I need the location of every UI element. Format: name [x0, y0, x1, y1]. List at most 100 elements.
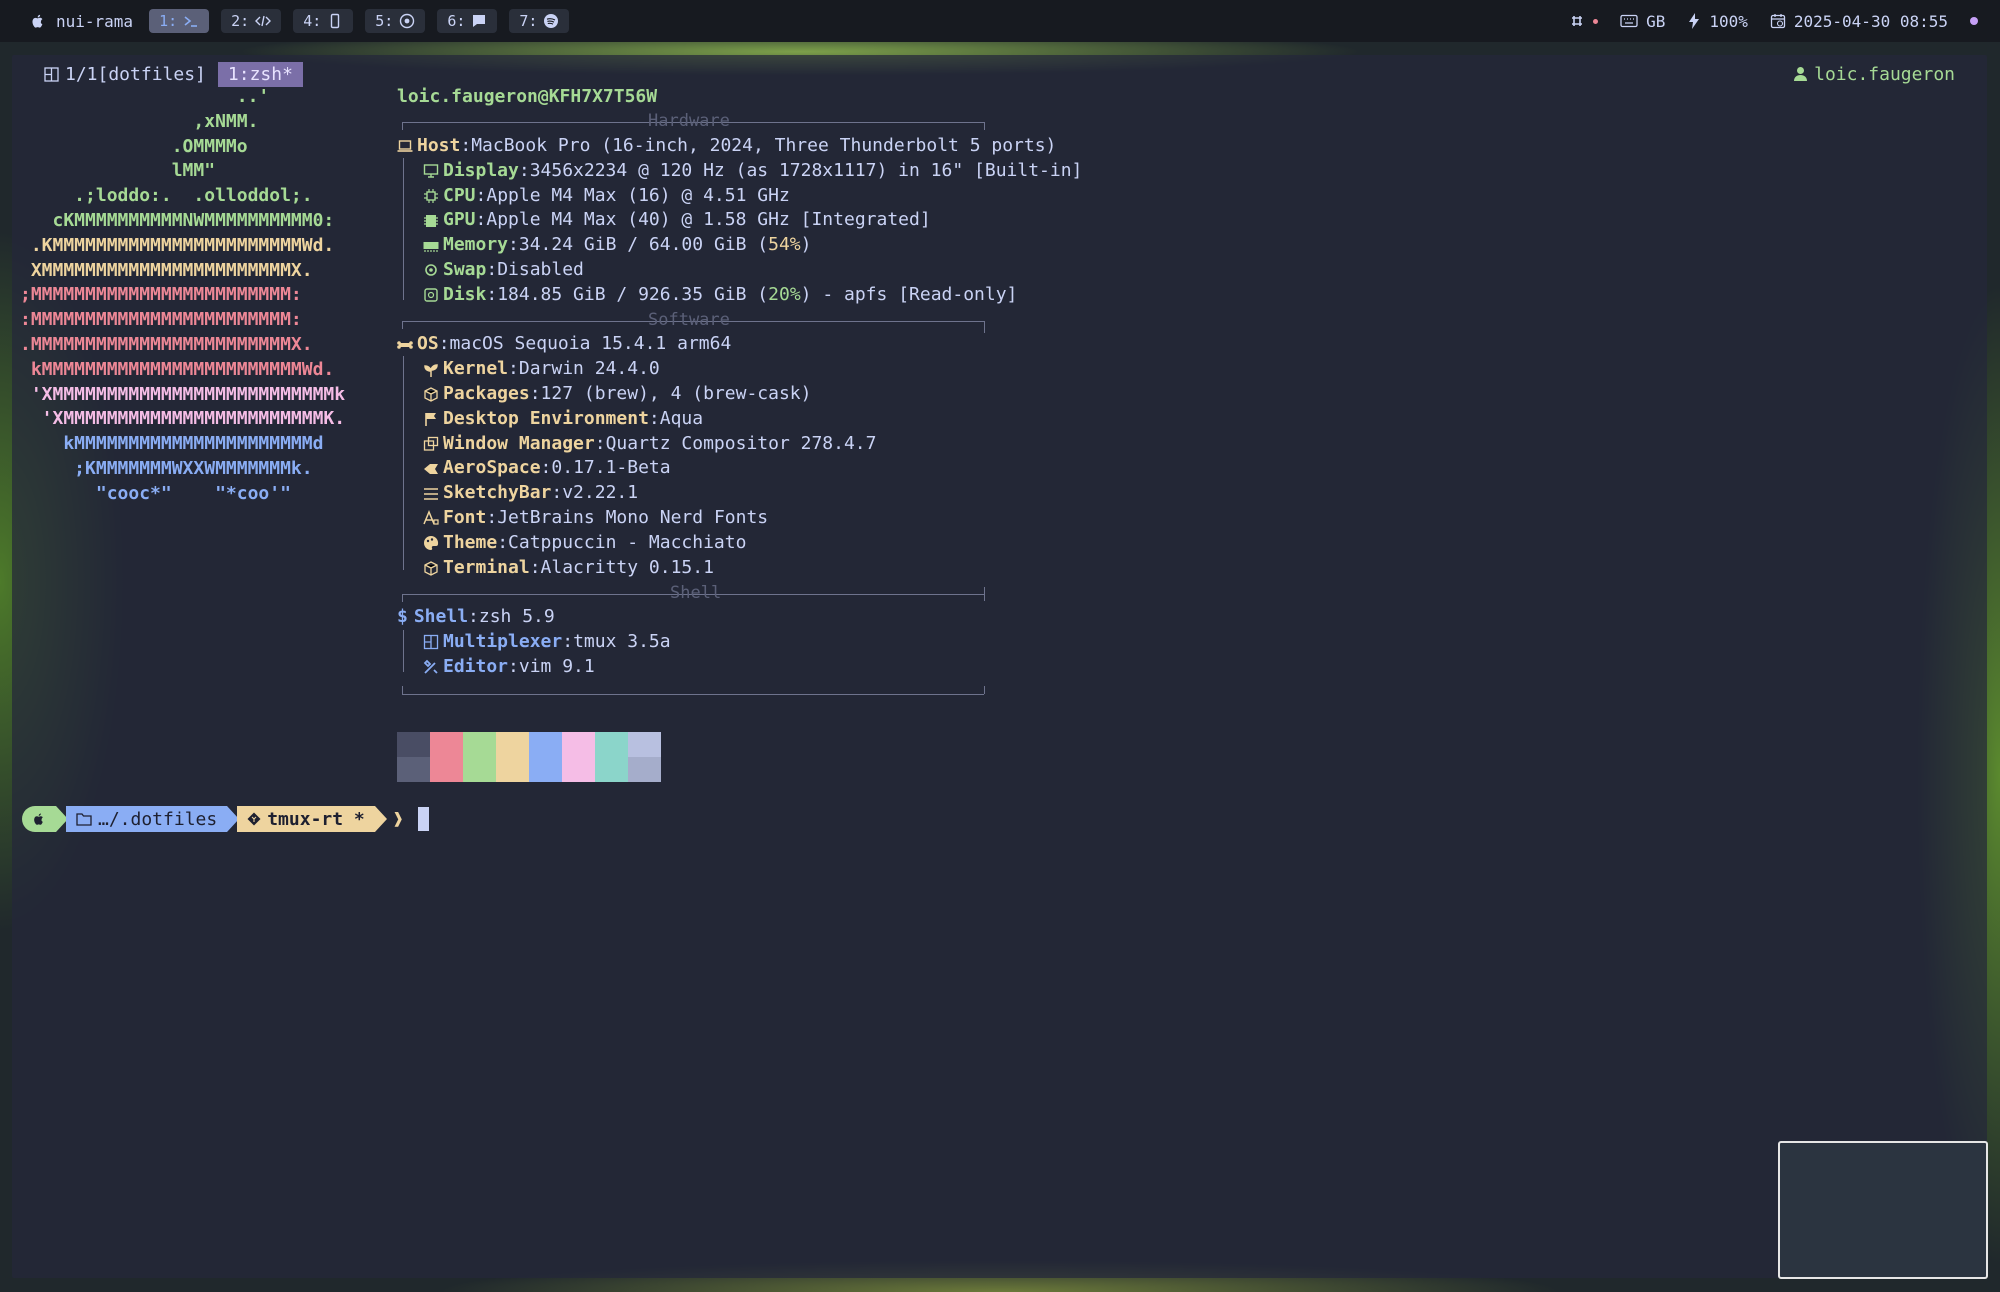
prompt-path-segment: …/.dotfiles	[66, 806, 228, 832]
ascii-logo-line: ,xNMM.	[20, 110, 259, 132]
frame-right-edge	[984, 122, 985, 130]
workspace-5[interactable]: 5:	[365, 9, 426, 33]
layout-icon	[44, 66, 59, 82]
os-row: OS: macOS Sequoia 15.4.1 arm64	[397, 332, 1082, 357]
datetime: 2025-04-30 08:55	[1793, 11, 1948, 31]
palette-swatch	[595, 732, 628, 782]
status-clock[interactable]: 2025-04-30 08:55	[1770, 12, 1948, 31]
spotify-icon	[544, 14, 559, 28]
system-info: loic.faugeron@KFH7X7T56W	[397, 85, 657, 110]
windows-icon	[423, 436, 439, 451]
sketchybar-row: SketchyBar: v2.22.1	[397, 481, 1082, 506]
palette-swatch	[463, 732, 496, 782]
section-hardware-divider: Hardware	[402, 111, 984, 131]
workspace-2-label: 2:	[231, 12, 250, 30]
window-manager-row: Window Manager: Quartz Compositor 278.4.…	[397, 432, 1082, 457]
tmux-session-label: 1/1[dotfiles]	[65, 63, 206, 85]
git-branch-icon	[247, 812, 261, 826]
kernel-row: Kernel: Darwin 24.4.0	[397, 357, 1082, 382]
workspace-1-label: 1:	[159, 12, 178, 30]
workspace-7[interactable]: 7:	[509, 9, 570, 33]
workspace-5-label: 5:	[375, 12, 394, 30]
status-keyboard[interactable]: GB	[1620, 12, 1665, 31]
tmux-user: loic.faugeron	[1793, 64, 1955, 85]
laptop-icon	[397, 140, 413, 153]
ascii-logo-line: .KMMMMMMMMMMMMMMMMMMMMMMMWd.	[20, 234, 335, 256]
tmux-window-tab[interactable]: 1:zsh*	[217, 61, 303, 87]
disk-row: Disk: 184.85 GiB / 926.35 GiB (20%) - ap…	[397, 283, 1082, 308]
ascii-logo-line: :MMMMMMMMMMMMMMMMMMMMMMMM:	[20, 309, 302, 331]
ascii-logo-line: 'XMMMMMMMMMMMMMMMMMMMMMMMMK.	[20, 408, 346, 430]
workspace-6[interactable]: 6:	[437, 9, 498, 33]
editor-row: Editor: vim 9.1	[397, 655, 1082, 680]
palette-swatch	[430, 732, 463, 782]
aerospace-row: AeroSpace: 0.17.1-Beta	[397, 456, 1082, 481]
apple-icon[interactable]	[30, 13, 46, 29]
workspace-2[interactable]: 2:	[221, 9, 282, 33]
frame-left-edge	[402, 686, 403, 694]
frame-right-edge	[984, 686, 985, 694]
menu-bars-icon	[424, 487, 438, 500]
palette-swatch	[496, 732, 529, 782]
flag-icon	[425, 413, 436, 427]
terminal-row: Terminal: Alacritty 0.15.1	[397, 556, 1082, 581]
palette-swatch	[628, 732, 661, 782]
prompt-separator	[374, 806, 387, 832]
display-row: Display: 3456x2234 @ 120 Hz (as 1728x111…	[397, 159, 1082, 184]
section-hardware-label: Hardware	[648, 111, 730, 131]
text-cursor[interactable]	[417, 807, 429, 831]
info-rows: Host: MacBook Pro (16-inch, 2024, Three …	[397, 134, 1082, 680]
terminal-box-icon	[424, 561, 438, 576]
palette-icon	[424, 536, 439, 551]
status-network[interactable]	[1569, 13, 1599, 29]
shell-row: $ Shell: zsh 5.9	[397, 605, 1082, 630]
sprout-icon	[424, 363, 438, 377]
prompt-path: …/.dotfiles	[98, 808, 218, 830]
status-battery[interactable]: 100%	[1687, 12, 1748, 31]
status-dot	[1970, 17, 1978, 25]
memory-row: Memory: 34.24 GiB / 64.00 GiB (54%)	[397, 233, 1082, 258]
ascii-logo-line: XMMMMMMMMMMMMMMMMMMMMMMMX.	[20, 259, 313, 281]
ascii-logo-line: kMMMMMMMMMMMMMMMMMMMMMMMMWd.	[20, 358, 335, 380]
window-preview-thumbnail[interactable]	[1778, 1141, 1988, 1279]
calendar-clock-icon	[1770, 14, 1786, 29]
tmux-session[interactable]: 1/1[dotfiles]	[44, 64, 206, 85]
bolt-icon	[1689, 13, 1700, 29]
shell-prompt[interactable]: …/.dotfiles tmux-rt * ❱	[22, 806, 429, 832]
hostname-label: nui-rama	[56, 11, 134, 31]
ascii-logo-line: ;MMMMMMMMMMMMMMMMMMMMMMMM:	[20, 284, 302, 306]
monitor-icon	[423, 164, 439, 178]
font-icon	[423, 510, 439, 525]
battery-level: 100%	[1709, 11, 1748, 31]
workspace-1[interactable]: 1:	[149, 9, 210, 33]
ascii-logo-line: 'XMMMMMMMMMMMMMMMMMMMMMMMMMMk	[20, 383, 346, 405]
tmux-status-bar: 1/1[dotfiles] 1:zsh* loic.faugeron	[30, 61, 1969, 87]
section-bottom-border	[402, 694, 984, 695]
workspace-4[interactable]: 4:	[293, 9, 354, 33]
ascii-logo-line: "cooc*" "*coo'"	[20, 482, 291, 504]
tmux-user-label: loic.faugeron	[1814, 63, 1955, 85]
host-row: Host: MacBook Pro (16-inch, 2024, Three …	[397, 134, 1082, 159]
swap-row: Swap: Disabled	[397, 258, 1082, 283]
gpu-icon	[424, 214, 438, 227]
palette-swatch	[397, 732, 430, 782]
cpu-row: CPU: Apple M4 Max (16) @ 4.51 GHz	[397, 184, 1082, 209]
grid-icon	[1572, 16, 1583, 26]
ascii-logo-line: .OMMMMo	[20, 135, 248, 157]
cpu-icon	[424, 188, 438, 203]
ascii-logo-line: .;loddo:. .olloddol;.	[20, 185, 313, 207]
workspace-7-label: 7:	[519, 12, 538, 30]
workspace-6-label: 6:	[447, 12, 466, 30]
code-icon	[255, 15, 272, 27]
gpu-row: GPU: Apple M4 Max (40) @ 1.58 GHz [Integ…	[397, 208, 1082, 233]
memory-icon	[423, 241, 439, 252]
split-pane-icon	[423, 635, 439, 650]
bone-icon	[397, 340, 413, 349]
color-palette	[397, 732, 661, 782]
terminal-icon	[184, 16, 198, 27]
packages-row: Packages: 127 (brew), 4 (brew-cask)	[397, 382, 1082, 407]
ascii-logo-line: .MMMMMMMMMMMMMMMMMMMMMMMMX.	[20, 333, 313, 355]
disk-icon	[424, 288, 438, 302]
ascii-logo-line: cKMMMMMMMMMMNWMMMMMMMMMM0:	[20, 209, 335, 231]
palette-swatch	[562, 732, 595, 782]
